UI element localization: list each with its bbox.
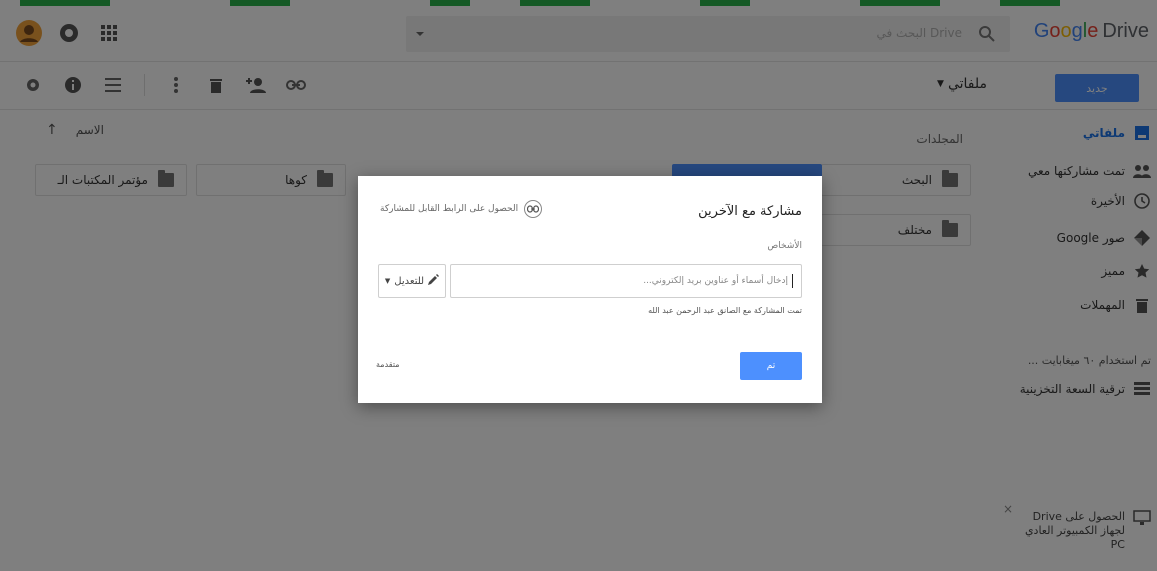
dialog-title: مشاركة مع الآخرين: [698, 204, 802, 219]
advanced-link[interactable]: متقدمة: [376, 360, 400, 369]
chevron-down-icon: ▼: [384, 277, 391, 285]
people-label: الأشخاص: [767, 241, 802, 251]
people-input-placeholder: إدخال أسماء أو عناوين بريد إلكتروني...: [643, 276, 788, 286]
done-button[interactable]: تم: [740, 352, 802, 380]
link-icon: [524, 200, 543, 218]
text-cursor: [792, 274, 793, 288]
get-link-label: الحصول على الرابط القابل للمشاركة: [380, 204, 519, 214]
people-email-input[interactable]: إدخال أسماء أو عناوين بريد إلكتروني...: [450, 264, 802, 298]
shared-with-note: تمت المشاركة مع الصانق عبد الرحمن عبد ال…: [648, 306, 802, 315]
share-dialog: مشاركة مع الآخرين الحصول على الرابط القا…: [358, 176, 822, 403]
edit-pencil-icon: [428, 274, 440, 288]
get-shareable-link-button[interactable]: الحصول على الرابط القابل للمشاركة: [380, 200, 543, 218]
permission-dropdown[interactable]: للتعديل ▼: [378, 264, 446, 298]
permission-label: للتعديل: [394, 275, 425, 287]
